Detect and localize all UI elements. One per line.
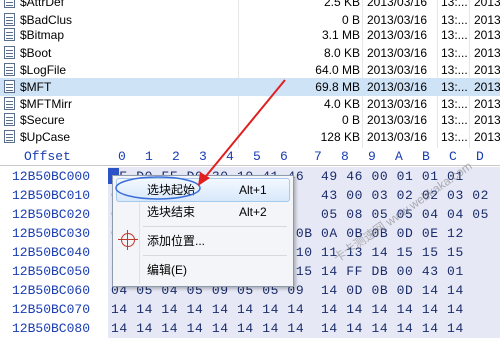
arrow-line (201, 79, 286, 182)
annotation-layer (115, 79, 286, 200)
highlight-ellipse (115, 176, 201, 200)
